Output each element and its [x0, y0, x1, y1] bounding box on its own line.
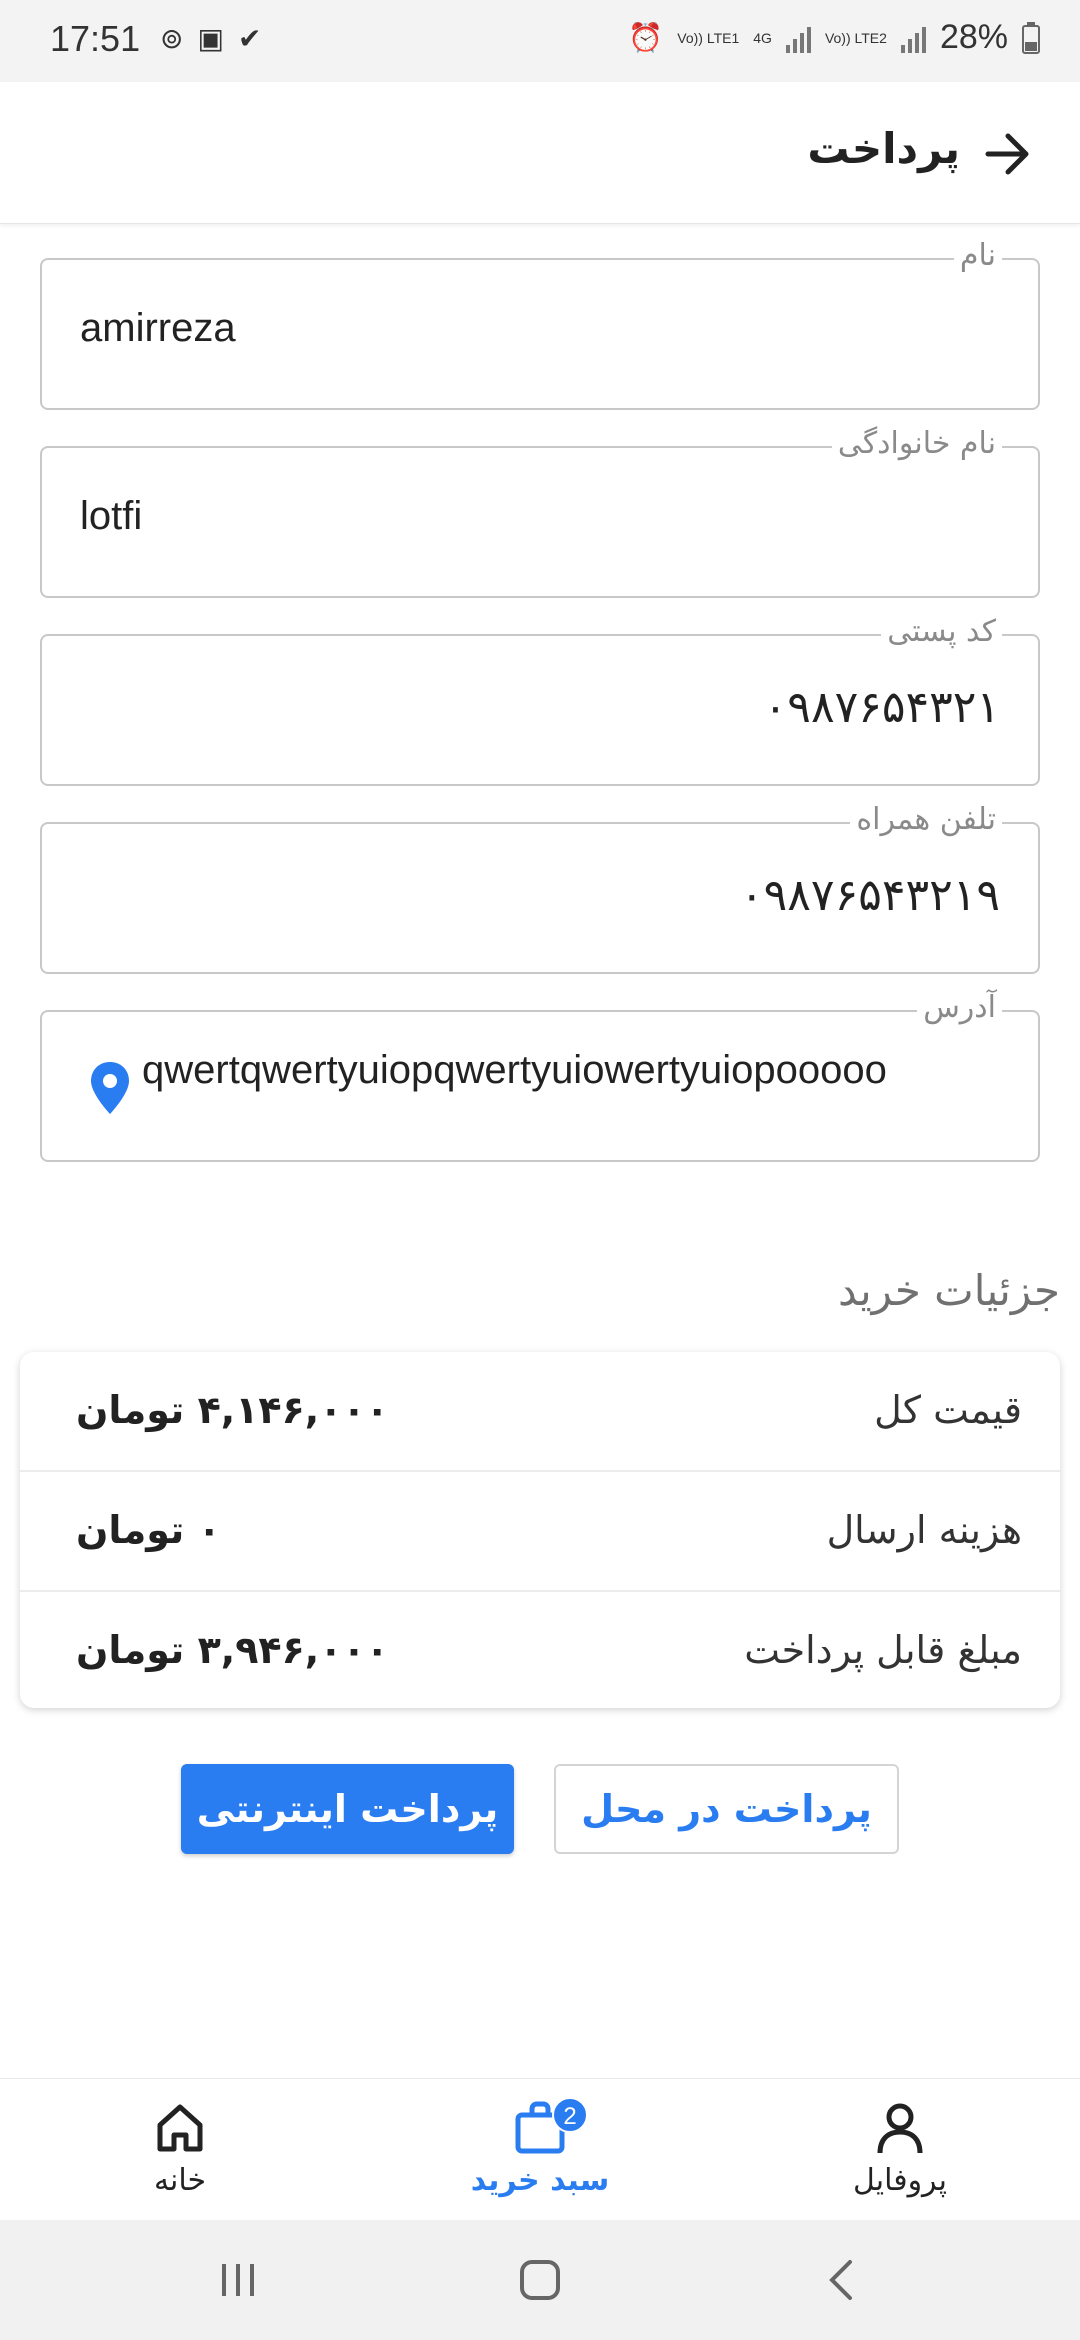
online-payment-button[interactable]: پرداخت اینترنتی: [181, 1764, 514, 1854]
double-check-icon: ✔: [237, 22, 262, 55]
network-label: 4G: [753, 29, 772, 46]
shipping-cost-label: هزینه ارسال: [826, 1508, 1022, 1552]
address-field[interactable]: آدرس qwertqwertyuiopqwertyuiowertyuiopoo…: [40, 990, 1040, 1162]
postal-code-label: کد پستی: [881, 614, 1002, 649]
battery-percent: 28%: [939, 18, 1008, 56]
status-right: ⏰ Vo)) LTE1 4G Vo)) LTE2 28%: [628, 18, 1040, 57]
mobile-value: ۰۹۸۷۶۵۴۳۲۱۹: [740, 870, 1000, 921]
page-title: پرداخت: [807, 124, 960, 173]
battery-icon: [1022, 21, 1040, 54]
back-button-icon[interactable]: [812, 2250, 872, 2310]
bottom-navigation: خانه 2 سبد خرید پروفایل: [0, 2078, 1080, 2220]
purchase-details-card: قیمت کل ۴,۱۴۶,۰۰۰ تومان هزینه ارسال ۰ تو…: [20, 1352, 1060, 1708]
notification-icons: ⊚ ▣ ✔: [160, 22, 261, 55]
nav-label-profile: پروفایل: [853, 2163, 947, 2198]
cart-badge: 2: [552, 2097, 588, 2133]
location-pin-icon[interactable]: [88, 1060, 132, 1116]
payable-amount-label: مبلغ قابل پرداخت: [744, 1628, 1022, 1672]
app-bar: پرداخت: [0, 82, 1080, 224]
nav-label-cart: سبد خرید: [470, 2163, 610, 2198]
last-name-field[interactable]: نام خانوادگی lotfi: [40, 426, 1040, 598]
recent-apps-icon[interactable]: [208, 2250, 268, 2310]
user-icon: [877, 2103, 923, 2154]
home-button-icon[interactable]: [510, 2250, 570, 2310]
address-label: آدرس: [917, 990, 1002, 1025]
signal-icon: [785, 23, 811, 53]
status-bar: 17:51 ⊚ ▣ ✔ ⏰ Vo)) LTE1 4G Vo)) LTE2 28%: [0, 0, 1080, 82]
shipping-cost-value: ۰ تومان: [76, 1508, 221, 1552]
postal-code-value: ۰۹۸۷۶۵۴۳۲۱: [763, 682, 1000, 733]
sync-icon: ⊚: [160, 22, 184, 55]
nav-item-cart[interactable]: 2 سبد خرید: [440, 2097, 640, 2198]
arrow-right-icon[interactable]: [980, 126, 1036, 182]
address-value: qwertqwertyuiopqwertyuiowertyuiopooooo: [142, 1048, 887, 1092]
pay-on-delivery-button[interactable]: پرداخت در محل: [554, 1764, 899, 1854]
postal-code-field[interactable]: کد پستی ۰۹۸۷۶۵۴۳۲۱: [40, 614, 1040, 786]
first-name-label: نام: [953, 238, 1002, 273]
signal-icon-2: [900, 23, 926, 53]
mobile-field[interactable]: تلفن همراه ۰۹۸۷۶۵۴۳۲۱۹: [40, 802, 1040, 974]
sim2-label: Vo)) LTE2: [824, 29, 887, 46]
first-name-value: amirreza: [80, 306, 236, 350]
alarm-icon: ⏰: [628, 22, 664, 53]
nav-label-home: خانه: [153, 2163, 207, 2198]
purchase-details-title: جزئیات خرید: [837, 1266, 1060, 1315]
system-navigation-bar: [0, 2220, 1080, 2340]
last-name-label: نام خانوادگی: [831, 426, 1002, 461]
image-icon: ▣: [197, 22, 224, 55]
status-time: 17:51: [50, 18, 141, 59]
mobile-label: تلفن همراه: [850, 802, 1002, 837]
nav-item-profile[interactable]: پروفایل: [800, 2097, 1000, 2198]
total-price-value: ۴,۱۴۶,۰۰۰ تومان: [76, 1388, 389, 1432]
home-icon: [157, 2104, 203, 2152]
last-name-value: lotfi: [80, 494, 143, 538]
total-price-label: قیمت کل: [874, 1388, 1022, 1432]
shipping-cost-row: هزینه ارسال ۰ تومان: [20, 1472, 1060, 1592]
nav-item-home[interactable]: خانه: [80, 2097, 280, 2198]
payable-amount-row: مبلغ قابل پرداخت ۳,۹۴۶,۰۰۰ تومان: [20, 1592, 1060, 1712]
first-name-field[interactable]: نام amirreza: [40, 238, 1040, 410]
sim1-label: Vo)) LTE1: [677, 29, 740, 46]
payable-amount-value: ۳,۹۴۶,۰۰۰ تومان: [76, 1628, 389, 1672]
total-price-row: قیمت کل ۴,۱۴۶,۰۰۰ تومان: [20, 1352, 1060, 1472]
